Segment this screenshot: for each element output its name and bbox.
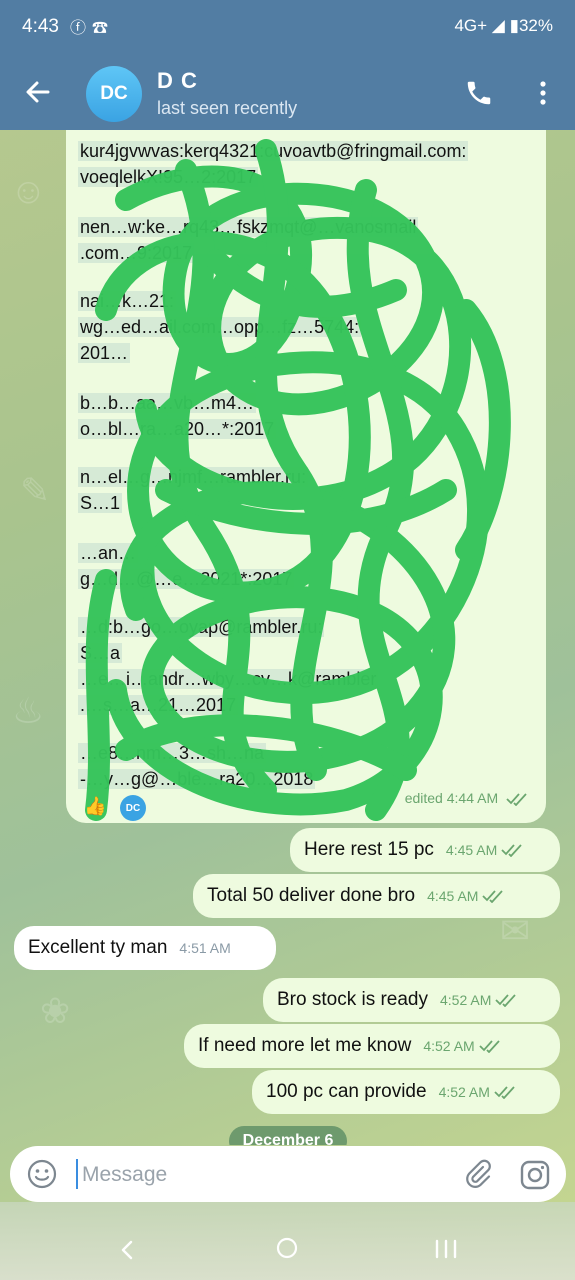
more-options-icon[interactable] — [533, 78, 553, 108]
notification-icons: ⓕ☎ — [70, 14, 114, 38]
battery-label: 32% — [518, 16, 553, 35]
status-bar: 4:43 ⓕ☎ 4G+ ◢ ▮32% — [0, 0, 575, 56]
message-bubble-incoming[interactable]: Excellent ty man 4:51 AM — [14, 926, 276, 970]
nav-recents-icon[interactable] — [433, 1238, 459, 1260]
double-check-icon — [495, 994, 517, 1007]
message-time: 4:52 AM — [440, 992, 492, 1008]
double-check-icon — [506, 793, 527, 807]
message-bubble-outgoing[interactable]: If need more let me know 4:52 AM — [184, 1024, 560, 1068]
message-bubble-outgoing[interactable]: Bro stock is ready 4:52 AM — [263, 978, 560, 1022]
facebook-icon: ⓕ — [70, 20, 93, 37]
message-text: If need more let me know — [198, 1035, 412, 1056]
message-time: 4:45 AM — [427, 888, 479, 904]
background-doodle: ☺ — [10, 170, 47, 211]
message-text: Total 50 deliver done bro — [207, 885, 416, 906]
message-time: 4:45 AM — [445, 842, 498, 858]
text-cursor — [76, 1159, 78, 1189]
message-time: 4:52 AM — [423, 1038, 475, 1054]
message-input[interactable] — [80, 1156, 444, 1194]
background-doodle: ✎ — [20, 470, 51, 511]
message-meta: edited 4:44 AM — [404, 790, 528, 807]
nav-home-icon[interactable] — [275, 1236, 299, 1260]
credentials-message-bubble[interactable]: kur4jgvwvas:kerq4321:cuvoavtb@fringmail.… — [66, 130, 546, 823]
chat-area[interactable]: ☺ ✎ ♨ ✉ ❀ ⚙ kur4jgvwvas:kerq4321:cuvoavt… — [0, 130, 575, 1145]
redaction-scribble — [85, 139, 511, 821]
thumbs-up-reaction[interactable]: 👍 — [84, 796, 106, 817]
viber-icon: ☎ — [92, 20, 115, 37]
attach-paperclip-icon[interactable] — [462, 1158, 494, 1190]
message-composer — [10, 1146, 566, 1202]
emoji-icon[interactable] — [26, 1158, 58, 1190]
network-label: 4G+ — [454, 16, 488, 35]
message-text: 100 pc can provide — [266, 1081, 427, 1102]
phone-call-icon[interactable] — [464, 78, 494, 108]
reaction-avatar: DC — [120, 795, 146, 821]
status-time: 4:43 — [22, 16, 59, 37]
message-bubble-outgoing[interactable]: Total 50 deliver done bro 4:45 AM — [193, 874, 560, 918]
edited-time: edited 4:44 AM — [404, 790, 499, 806]
chat-header: DC D C last seen recently — [0, 56, 575, 130]
camera-icon[interactable] — [518, 1158, 552, 1192]
contact-avatar[interactable]: DC — [86, 66, 142, 122]
system-nav-bar — [0, 1202, 575, 1280]
message-time: 4:51 AM — [179, 940, 231, 956]
battery-icon: ▮ — [509, 16, 519, 35]
double-check-icon — [494, 1086, 515, 1099]
background-doodle: ♨ — [12, 690, 45, 731]
status-right: 4G+ ◢ ▮32% — [454, 16, 553, 36]
signal-icon: ◢ — [491, 16, 505, 35]
date-divider: December 6 — [229, 1126, 347, 1145]
message-time: 4:52 AM — [438, 1084, 490, 1100]
message-text: Here rest 15 pc — [304, 839, 434, 860]
message-reactions[interactable]: 👍 DC — [78, 793, 148, 823]
contact-status: last seen recently — [157, 98, 298, 118]
nav-back-icon[interactable] — [116, 1238, 140, 1262]
double-check-icon — [482, 890, 504, 903]
message-bubble-outgoing[interactable]: 100 pc can provide 4:52 AM — [252, 1070, 560, 1114]
back-arrow-icon[interactable] — [22, 76, 54, 108]
message-bubble-outgoing[interactable]: Here rest 15 pc 4:45 AM — [290, 828, 560, 872]
message-text: Excellent ty man — [28, 937, 168, 958]
double-check-icon — [501, 844, 522, 857]
message-text: Bro stock is ready — [277, 989, 428, 1010]
contact-name[interactable]: D C — [157, 68, 198, 94]
double-check-icon — [479, 1040, 500, 1053]
background-doodle: ❀ — [40, 990, 71, 1031]
